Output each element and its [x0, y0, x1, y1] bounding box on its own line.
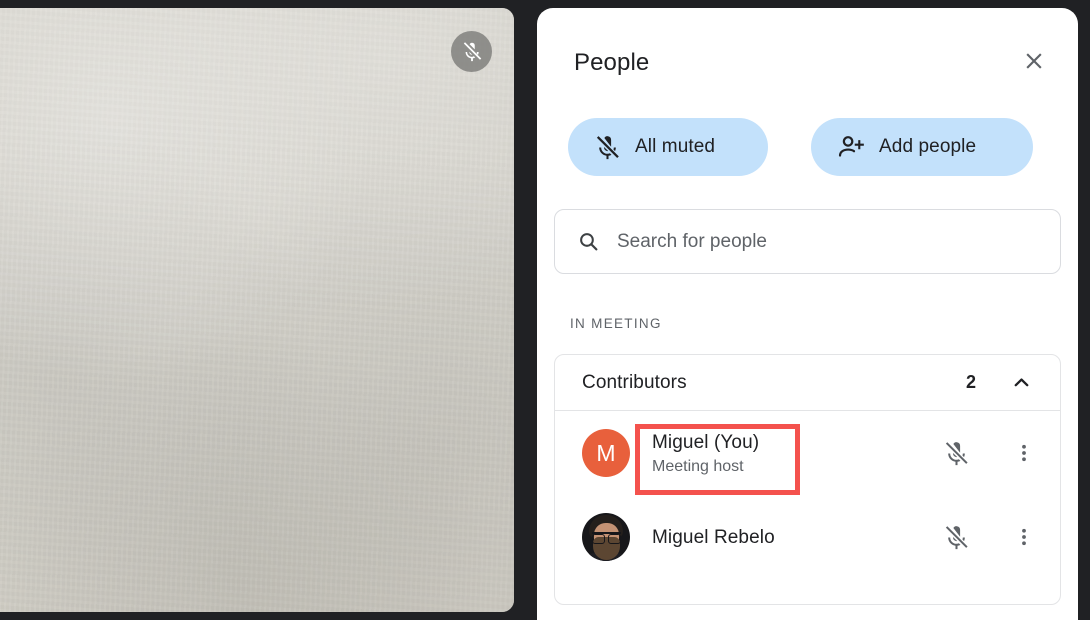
avatar-photo-glasses	[592, 532, 621, 544]
more-vert-icon	[1022, 528, 1026, 546]
search-field[interactable]	[554, 209, 1061, 274]
person-subtitle: Meeting host	[652, 457, 744, 475]
meet-window: People All muted Add people Search for p…	[0, 0, 1090, 620]
avatar	[582, 513, 630, 561]
mic-off-icon	[945, 525, 968, 549]
panel-actions: All muted Add people	[537, 118, 1078, 176]
avatar-initial: M	[596, 439, 616, 466]
panel-header: People	[537, 8, 1078, 104]
avatar: M	[582, 429, 630, 477]
close-icon	[1026, 53, 1042, 69]
row-mic-off-button[interactable]	[934, 431, 978, 475]
table-row[interactable]: M Miguel (You) Meeting host	[555, 411, 1060, 495]
person-text: Miguel Rebelo	[652, 525, 934, 550]
contributors-group-name: Contributors	[582, 371, 687, 393]
people-panel: People All muted Add people Search for p…	[537, 8, 1078, 620]
contributors-count: 2	[965, 372, 976, 392]
page-title: People	[574, 49, 650, 76]
person-name: Miguel Rebelo	[652, 526, 775, 548]
mic-off-badge	[451, 31, 492, 72]
table-row[interactable]: Miguel Rebelo	[555, 495, 1060, 579]
person-text: Miguel (You) Meeting host	[652, 430, 934, 477]
close-panel-button[interactable]	[1011, 38, 1057, 84]
person-add-icon	[838, 136, 864, 157]
add-people-button[interactable]: Add people	[811, 118, 1033, 176]
contributors-group-header[interactable]: Contributors 2	[555, 355, 1060, 411]
all-muted-label: All muted	[635, 136, 716, 157]
mic-off-icon	[596, 135, 619, 159]
contributors-group-card: Contributors 2 M Miguel (You) Meeting ho…	[554, 354, 1061, 605]
in-meeting-section-label: IN MEETING	[570, 316, 662, 331]
add-people-label: Add people	[879, 136, 977, 157]
all-muted-button[interactable]: All muted	[568, 118, 768, 176]
chevron-up-icon[interactable]	[1006, 368, 1036, 398]
self-video-tile[interactable]	[0, 8, 514, 612]
person-name: Miguel (You)	[652, 431, 760, 453]
row-mic-off-button[interactable]	[934, 515, 978, 559]
search-input[interactable]	[617, 230, 1038, 253]
more-vert-icon	[1022, 444, 1026, 462]
search-icon	[580, 233, 598, 251]
row-more-options-button[interactable]	[1004, 431, 1044, 475]
mic-off-icon	[945, 441, 968, 465]
video-grain-overlay	[0, 8, 514, 612]
mic-off-icon	[463, 41, 481, 61]
row-more-options-button[interactable]	[1004, 515, 1044, 559]
